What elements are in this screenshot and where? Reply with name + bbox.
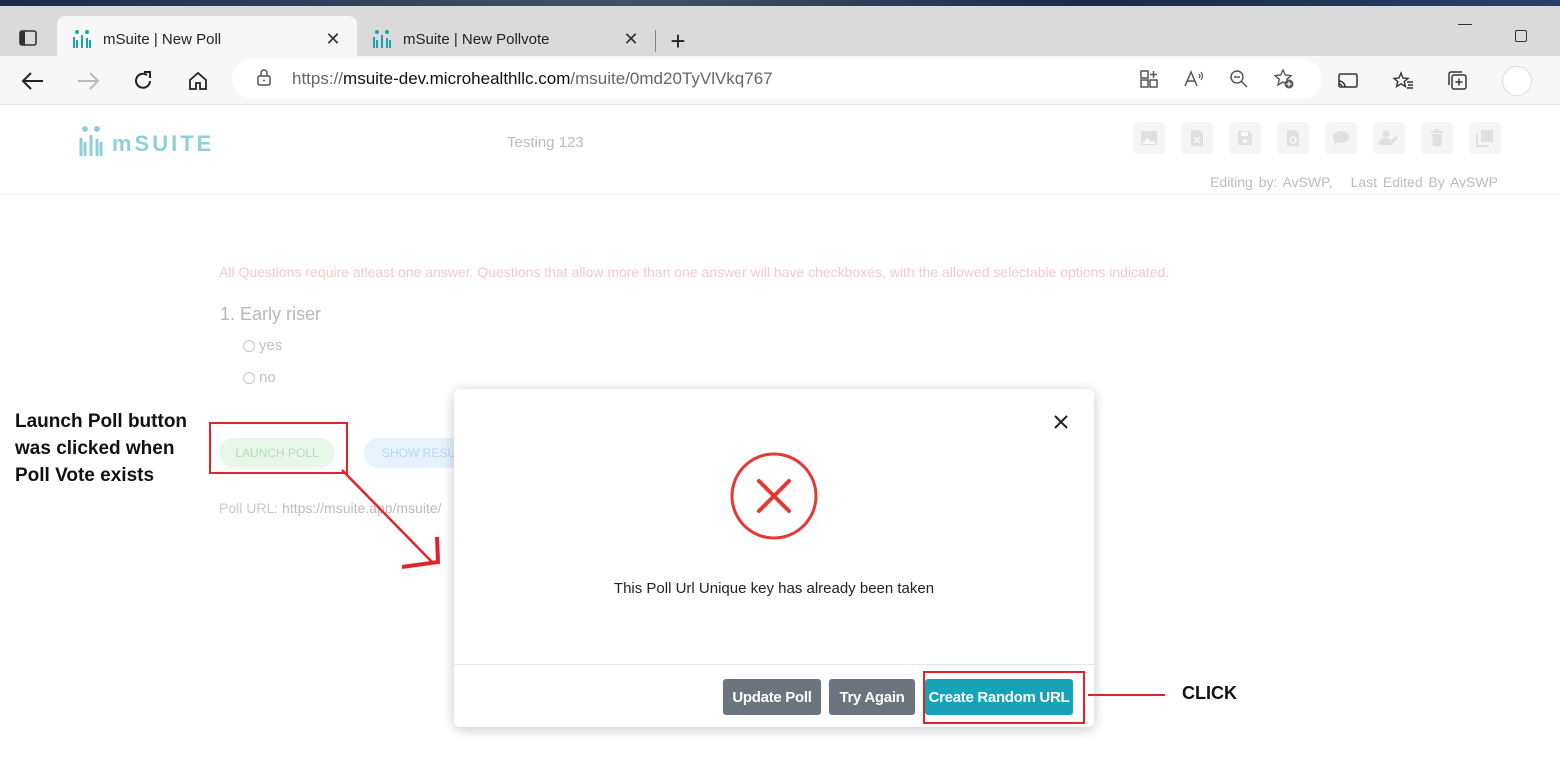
url-host: msuite-dev.microhealthllc.com — [343, 69, 571, 88]
maximize-icon[interactable] — [1515, 30, 1527, 42]
poll-url-label: Poll URL: — [219, 500, 279, 516]
cast-icon[interactable] — [1336, 69, 1360, 93]
read-aloud-icon[interactable] — [1183, 68, 1205, 90]
brand-name: mSUITE — [112, 131, 215, 156]
collections-icon[interactable] — [1446, 69, 1470, 93]
annotation-click-label: CLICK — [1182, 683, 1237, 703]
duplicate-icon[interactable] — [1469, 122, 1501, 154]
tab-title: mSuite | New Pollvote — [403, 30, 550, 48]
header-divider — [0, 194, 1560, 195]
app-available-icon[interactable] — [1138, 68, 1160, 90]
annotation-launch-note: Launch Poll button was clicked when Poll… — [15, 411, 188, 486]
radio-button[interactable] — [243, 339, 255, 352]
browser-toolbar: https://msuite-dev.microhealthllc.com/ms… — [0, 56, 1560, 105]
back-icon[interactable] — [18, 66, 48, 96]
favorites-icon[interactable] — [1391, 69, 1415, 93]
try-again-button[interactable]: Try Again — [829, 679, 915, 715]
tab-title: mSuite | New Poll — [103, 30, 222, 48]
tab-bar: mSuite | New Poll ✕ mSuite | New Pollvot… — [0, 6, 1560, 62]
zoom-out-icon[interactable] — [1228, 68, 1250, 90]
option-yes[interactable]: yes — [243, 337, 282, 354]
modal-message: This Poll Url Unique key has already bee… — [613, 580, 935, 597]
poll-url-value[interactable]: https://msuite.app/msuite/ — [282, 500, 442, 516]
editing-status: Editing by: AvSWP, Last Edited By AvSWP — [1210, 174, 1498, 190]
option-label: no — [259, 369, 276, 386]
user-edit-icon[interactable] — [1373, 122, 1405, 154]
msuite-logo-icon — [78, 124, 104, 164]
home-icon[interactable] — [183, 66, 213, 96]
url-path: /msuite/0md20TyVlVkq767 — [570, 69, 773, 88]
save-icon[interactable] — [1229, 122, 1261, 154]
close-icon[interactable] — [1050, 411, 1072, 433]
tab-actions-icon[interactable] — [12, 22, 44, 54]
new-tab-button[interactable]: + — [664, 28, 692, 56]
close-icon[interactable]: ✕ — [621, 29, 641, 50]
error-x-icon — [730, 452, 818, 540]
question-title: 1. Early riser — [220, 304, 322, 324]
annotation-highlight-random-url — [923, 671, 1085, 724]
profile-avatar[interactable] — [1502, 66, 1532, 96]
radio-button[interactable] — [243, 371, 255, 384]
option-label: yes — [259, 337, 283, 354]
url-text: https://msuite-dev.microhealthllc.com/ms… — [292, 69, 773, 89]
refresh-icon[interactable] — [128, 66, 158, 96]
answer-requirement-notice: All Questions require atleast one answer… — [219, 264, 1170, 280]
lock-icon — [256, 68, 274, 91]
tab-separator — [655, 30, 656, 52]
update-poll-button[interactable]: Update Poll — [723, 679, 821, 715]
modal-footer-divider — [454, 664, 1094, 665]
excel-icon[interactable] — [1181, 122, 1213, 154]
close-icon[interactable]: ✕ — [323, 29, 343, 50]
msuite-favicon-icon — [371, 28, 393, 50]
last-edited-by: Last Edited By AvSWP — [1350, 174, 1498, 190]
comment-icon[interactable] — [1325, 122, 1357, 154]
delete-icon[interactable] — [1421, 122, 1453, 154]
annotation-highlight-launch — [209, 422, 348, 474]
minimize-icon[interactable] — [1458, 24, 1472, 25]
poll-actions — [1133, 122, 1501, 154]
add-favorite-icon[interactable] — [1273, 68, 1295, 90]
image-icon[interactable] — [1133, 122, 1165, 154]
option-no[interactable]: no — [243, 369, 276, 386]
url-scheme: https:// — [292, 69, 344, 88]
brand-logo[interactable]: mSUITE — [78, 124, 214, 164]
msuite-favicon-icon — [71, 28, 93, 50]
copy-icon[interactable] — [1277, 122, 1309, 154]
forward-icon[interactable] — [73, 66, 103, 96]
poll-title[interactable]: Testing 123 — [507, 134, 584, 151]
editing-by: Editing by: AvSWP, — [1210, 174, 1333, 190]
poll-url: Poll URL: https://msuite.app/msuite/ — [219, 500, 455, 516]
